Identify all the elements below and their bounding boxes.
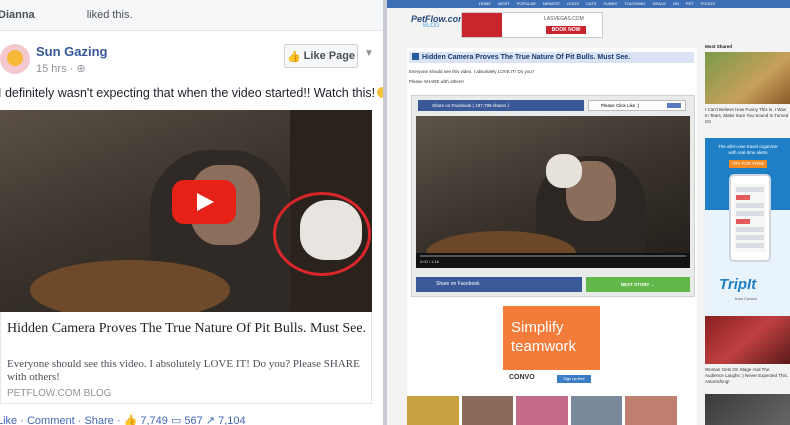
sidebar-story-title[interactable]: I Can't Believe How Funny This Is. I Was… <box>705 107 789 125</box>
next-story-button[interactable]: NEXT STORY → <box>586 277 690 292</box>
likes-count[interactable]: 7,749 <box>140 415 168 425</box>
video-time: 0:00 / 1:16 <box>420 259 439 264</box>
embedded-video[interactable] <box>416 116 690 268</box>
phone-image <box>729 174 771 262</box>
page-name[interactable]: Sun Gazing <box>36 44 108 59</box>
like-page-button[interactable]: 👍 Like Page <box>284 44 358 68</box>
sidebar-story-title[interactable]: Woman Gets On Stage And The Audience Lau… <box>705 367 789 385</box>
sidebar-story-image[interactable] <box>705 52 790 104</box>
video-player: Share on Facebook ( 197,799 shares ) Ple… <box>411 95 695 297</box>
convo-brand: CONVO <box>509 374 535 381</box>
facebook-post-panel: Dianna liked this. Sun Gazing 15 hrs · ⊕… <box>0 0 383 425</box>
post-time: 15 hrs · ⊕ <box>36 63 86 75</box>
post-header: Sun Gazing 15 hrs · ⊕ 👍 Like Page ▼ <box>0 40 383 80</box>
liker-name[interactable]: Dianna <box>0 9 35 21</box>
tripit-text: The all-in-one travel organizer with rea… <box>718 144 778 155</box>
video-controls[interactable]: 0:00 / 1:16 <box>416 253 690 268</box>
sun-icon <box>7 50 23 66</box>
share-count-bar[interactable]: Share on Facebook ( 197,799 shares ) <box>418 100 584 111</box>
chevron-down-icon[interactable]: ▼ <box>364 48 374 59</box>
sidebar-story-image[interactable] <box>705 316 790 364</box>
sidebar-heading: Most Shared <box>705 44 733 49</box>
thumbnail[interactable] <box>625 396 677 425</box>
share-on-facebook-button[interactable]: Share on Facebook <box>416 277 582 292</box>
thumbnail[interactable] <box>516 396 568 425</box>
try-for-free-button[interactable]: TRY FOR FREE <box>729 160 767 168</box>
link-source: PETFLOW.COM BLOG <box>7 388 112 399</box>
post-text: I definitely wasn't expecting that when … <box>0 86 383 100</box>
share-icon: ↗ <box>205 415 216 425</box>
link-title[interactable]: Hidden Camera Proves The True Nature Of … <box>7 320 367 337</box>
likes-icon: 👍 <box>123 415 138 425</box>
site-nav: HOME MOST POPULAR NEWEST DOGS CATS FUNNY… <box>387 0 790 8</box>
nav-items[interactable]: HOME MOST POPULAR NEWEST DOGS CATS FUNNY… <box>479 0 715 8</box>
like-page-label: Like Page <box>303 50 356 62</box>
play-button-icon[interactable] <box>172 180 236 224</box>
thumbnail[interactable] <box>461 396 514 425</box>
please-like-box[interactable]: Please Click Like :) <box>588 100 686 111</box>
shares-count[interactable]: 7,104 <box>218 415 246 425</box>
liked-text: liked this. <box>86 9 133 21</box>
page-avatar[interactable] <box>0 44 30 74</box>
post-actions: Like · Comment · Share · 👍 7,749 ▭ 567 ↗… <box>0 414 246 425</box>
article-line1: Everyone should see this video. I absolu… <box>409 69 535 74</box>
progress-bar[interactable] <box>420 255 686 257</box>
petflow-site-panel: HOME MOST POPULAR NEWEST DOGS CATS FUNNY… <box>387 0 790 425</box>
thumbnail[interactable] <box>407 396 459 425</box>
like-icon[interactable] <box>667 103 681 108</box>
related-thumbnails <box>407 396 677 425</box>
tripit-sub: from Concur <box>735 296 758 301</box>
link-preview[interactable]: Hidden Camera Proves The True Nature Of … <box>0 312 372 404</box>
article-title: Hidden Camera Proves The True Nature Of … <box>409 52 694 63</box>
convo-signup-button[interactable]: Sign up free <box>557 375 591 383</box>
comment-icon: ▭ <box>170 415 182 425</box>
book-now-button[interactable]: BOOK NOW <box>546 26 586 34</box>
like-action[interactable]: Like <box>0 415 17 425</box>
highlight-circle <box>273 192 371 276</box>
thumbnail[interactable] <box>570 396 623 425</box>
thumbs-up-icon: 👍 <box>286 50 301 63</box>
convo-ad[interactable]: Simplify teamwork CONVO Sign up free <box>503 306 600 387</box>
comments-count[interactable]: 567 <box>184 415 202 425</box>
link-description: Everyone should see this video. I absolu… <box>7 358 360 383</box>
convo-headline: Simplify teamwork <box>511 319 577 355</box>
video-thumbnail[interactable] <box>0 110 372 312</box>
sidebar-story-image[interactable] <box>705 394 790 425</box>
sidebar: Most Shared I Can't Believe How Funny Th… <box>703 44 790 425</box>
liked-bar: Dianna liked this. <box>0 0 383 31</box>
comment-action[interactable]: Comment <box>27 415 75 425</box>
globe-icon: ⊕ <box>76 63 86 75</box>
tripit-logo: TripIt <box>719 276 757 293</box>
ad-brand: LASVEGAS.COM <box>544 16 584 22</box>
article-line2: Please SHARE with others! <box>409 79 464 84</box>
share-action[interactable]: Share <box>84 415 113 425</box>
top-banner-ad[interactable]: LASVEGAS.COM BOOK NOW <box>461 12 603 38</box>
site-logo-sub: BLOG <box>423 23 440 29</box>
article-icon <box>412 53 419 60</box>
